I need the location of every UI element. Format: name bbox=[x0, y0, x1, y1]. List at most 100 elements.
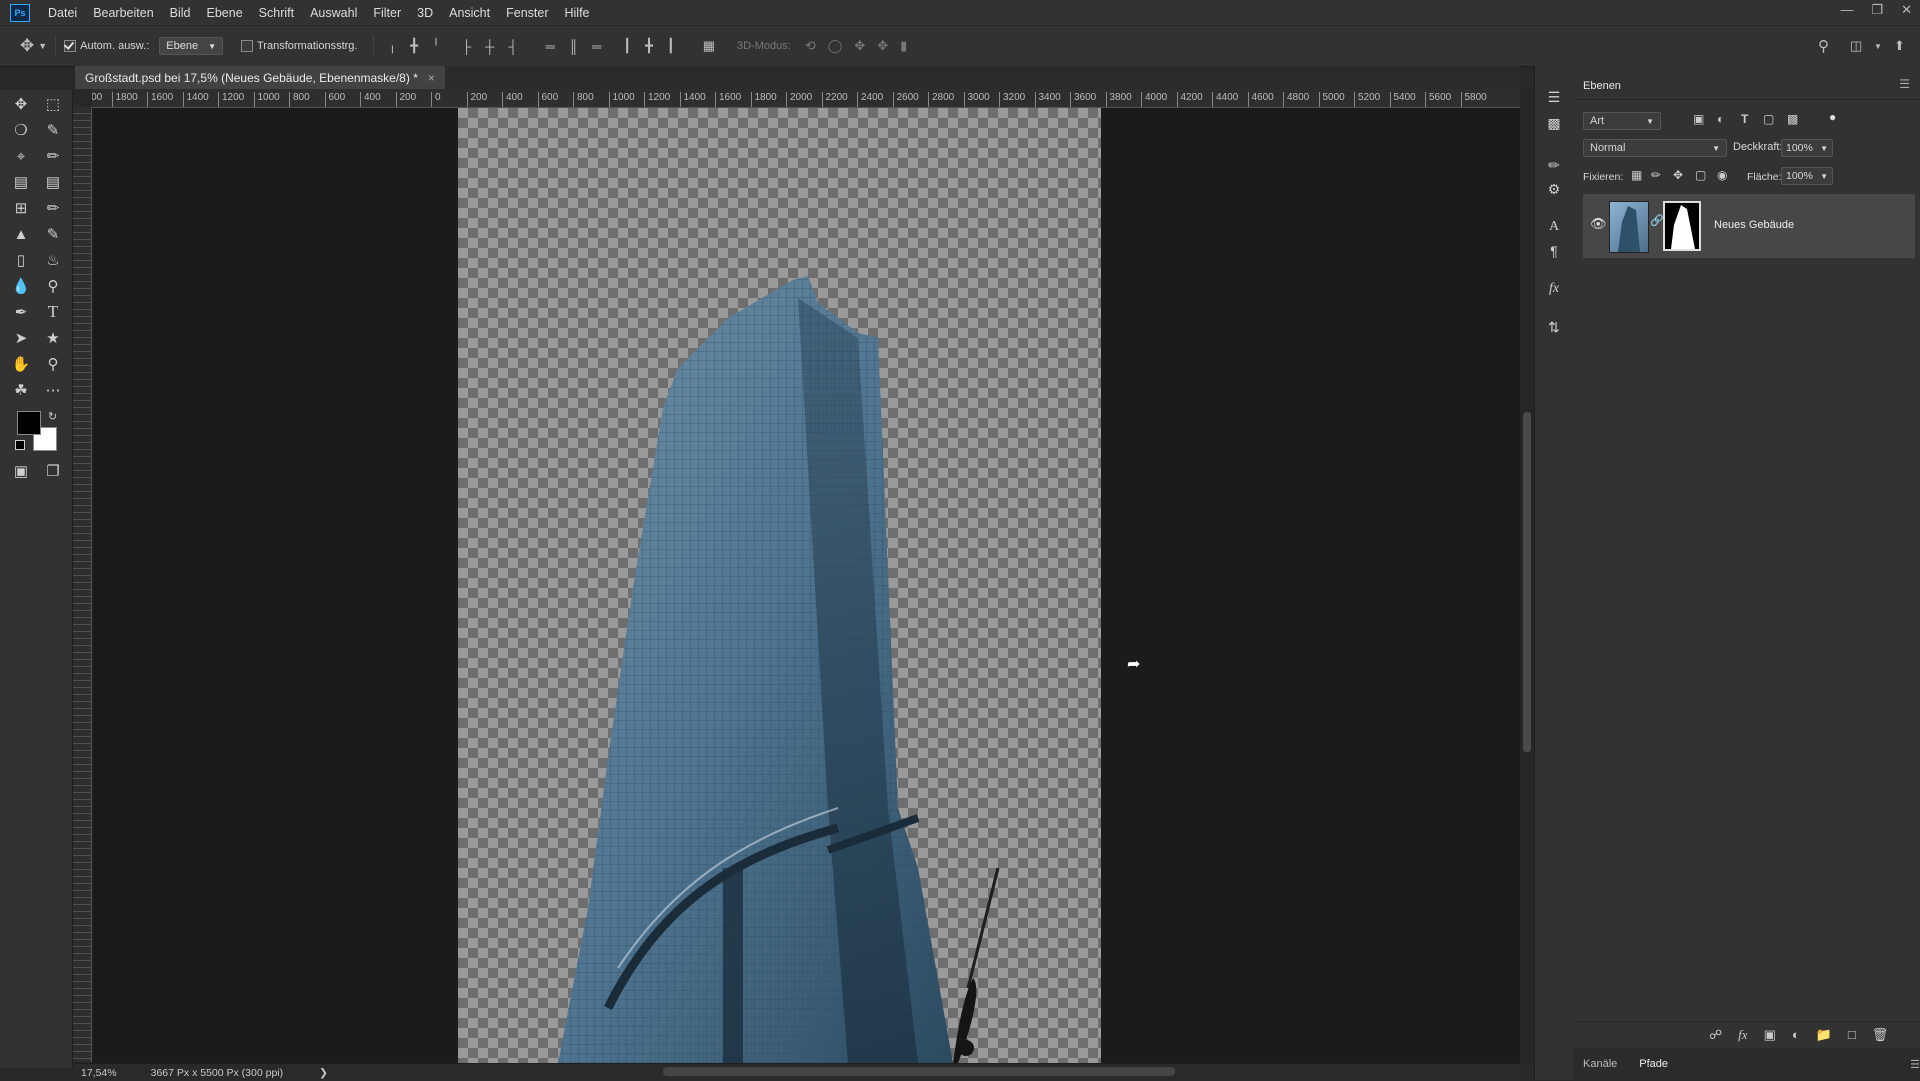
layer-mask-thumbnail[interactable] bbox=[1663, 201, 1701, 251]
distribute-vcenter-icon[interactable]: ║ bbox=[569, 39, 578, 54]
filter-type-icon[interactable]: T bbox=[1741, 112, 1748, 126]
menu-fenster[interactable]: Fenster bbox=[498, 6, 556, 20]
menu-bild[interactable]: Bild bbox=[162, 6, 199, 20]
filter-smart-object-icon[interactable]: ▩ bbox=[1787, 112, 1798, 126]
frame-icon[interactable]: ⊞ bbox=[8, 197, 34, 219]
add-mask-icon[interactable]: ▣ bbox=[1764, 1027, 1776, 1043]
screen-mode-icon[interactable]: ❐ bbox=[40, 460, 66, 482]
3d-orbit-icon[interactable]: ⟲ bbox=[805, 38, 816, 54]
distribute-top-icon[interactable]: ═ bbox=[546, 39, 555, 54]
workspace-icon[interactable]: ◫ bbox=[1850, 38, 1862, 54]
lock-position-icon[interactable]: ✥ bbox=[1673, 168, 1683, 182]
character-icon[interactable]: A bbox=[1542, 216, 1566, 238]
tab-channels[interactable]: Kanäle bbox=[1583, 1058, 1617, 1070]
layer-name[interactable]: Neues Gebäude bbox=[1714, 219, 1794, 231]
auto-select-target-dropdown[interactable]: Ebene ▼ bbox=[159, 37, 223, 55]
adjustments-icon[interactable]: ⚙ bbox=[1542, 178, 1566, 200]
lock-image-icon[interactable]: ✏ bbox=[1651, 168, 1661, 182]
3d-roll-icon[interactable]: ◯ bbox=[828, 38, 843, 54]
align-top-icon[interactable]: ╷ bbox=[388, 38, 396, 54]
new-adjustment-icon[interactable]: ◐ bbox=[1792, 1027, 1800, 1042]
align-hcenter-icon[interactable]: ┼ bbox=[485, 39, 494, 54]
lock-all-icon[interactable]: ◉ bbox=[1717, 168, 1727, 182]
pen-icon[interactable]: ✒ bbox=[8, 301, 34, 323]
close-tab-icon[interactable]: × bbox=[428, 71, 435, 85]
visibility-eye-icon[interactable]: 👁 bbox=[1590, 216, 1607, 232]
3d-pan-icon[interactable]: ✥ bbox=[854, 38, 865, 54]
menu-3d[interactable]: 3D bbox=[409, 6, 441, 20]
menu-schrift[interactable]: Schrift bbox=[251, 6, 302, 20]
filter-adjustment-icon[interactable]: ◐ bbox=[1717, 112, 1724, 126]
zoom-level[interactable]: 17,54% bbox=[81, 1067, 117, 1079]
document-canvas[interactable] bbox=[458, 108, 1101, 1063]
brush-settings-icon[interactable]: ✏ bbox=[1542, 154, 1566, 176]
spot-healing-icon[interactable]: ▤ bbox=[8, 171, 34, 193]
move-tool-icon[interactable]: ✥ bbox=[20, 36, 34, 56]
properties-icon[interactable]: ⇅ bbox=[1542, 316, 1566, 338]
history-icon[interactable]: ☰ bbox=[1542, 86, 1566, 108]
blur-icon[interactable]: 💧 bbox=[8, 275, 34, 297]
layers-panel-title[interactable]: Ebenen bbox=[1583, 80, 1621, 92]
auto-align-icon[interactable]: ▦ bbox=[703, 38, 715, 54]
minimize-icon[interactable]: — bbox=[1840, 2, 1853, 18]
swap-colors-icon[interactable]: ↻ bbox=[48, 410, 57, 423]
custom-shape-icon[interactable]: ★ bbox=[40, 327, 66, 349]
panel-menu-icon[interactable]: ☰ bbox=[1910, 1058, 1920, 1071]
opacity-field[interactable]: 100% ▼ bbox=[1781, 139, 1833, 157]
3d-scale-icon[interactable]: ▮ bbox=[900, 38, 907, 54]
transform-controls-checkbox[interactable] bbox=[241, 40, 253, 52]
clone-stamp-icon[interactable]: ▲ bbox=[8, 223, 34, 245]
distribute-hcenter-icon[interactable]: ╋ bbox=[645, 38, 653, 54]
menu-bearbeiten[interactable]: Bearbeiten bbox=[85, 6, 161, 20]
new-layer-icon[interactable]: □ bbox=[1848, 1027, 1856, 1042]
workspace-dropdown-icon[interactable]: ▼ bbox=[1874, 42, 1882, 51]
status-menu-icon[interactable]: ❯ bbox=[319, 1067, 328, 1079]
styles-icon[interactable]: fx bbox=[1542, 278, 1566, 300]
align-vcenter-icon[interactable]: ╋ bbox=[410, 38, 418, 54]
type-icon[interactable]: T bbox=[40, 301, 66, 323]
panel-menu-icon[interactable]: ☰ bbox=[1899, 77, 1910, 91]
zoom-icon[interactable]: ⚲ bbox=[40, 353, 66, 375]
distribute-left-icon[interactable]: ┃ bbox=[623, 38, 631, 54]
menu-ebene[interactable]: Ebene bbox=[199, 6, 251, 20]
default-colors-icon[interactable] bbox=[15, 440, 25, 450]
rectangular-marquee-icon[interactable]: ⬚ bbox=[40, 93, 66, 115]
canvas-area[interactable]: ➦ bbox=[92, 108, 1520, 1063]
histogram-icon[interactable]: ▩ bbox=[1542, 112, 1566, 134]
lock-artboard-icon[interactable]: ▢ bbox=[1695, 168, 1706, 182]
align-left-icon[interactable]: ├ bbox=[462, 39, 471, 54]
tab-paths[interactable]: Pfade bbox=[1639, 1058, 1668, 1070]
distribute-right-icon[interactable]: ┃ bbox=[667, 38, 675, 54]
menu-auswahl[interactable]: Auswahl bbox=[302, 6, 365, 20]
restore-icon[interactable]: ❐ bbox=[1871, 2, 1883, 18]
tool-preset-dropdown-icon[interactable]: ▼ bbox=[38, 41, 47, 51]
patch-icon[interactable]: ▤ bbox=[40, 171, 66, 193]
foreground-color-swatch[interactable] bbox=[17, 411, 41, 435]
mask-link-icon[interactable]: 🔗 bbox=[1650, 214, 1664, 227]
crop-icon[interactable]: ⌖ bbox=[8, 145, 34, 167]
lasso-icon[interactable]: ❍ bbox=[8, 119, 34, 141]
menu-ansicht[interactable]: Ansicht bbox=[441, 6, 498, 20]
vertical-scroll-thumb[interactable] bbox=[1523, 412, 1531, 752]
add-style-icon[interactable]: fx bbox=[1738, 1027, 1747, 1043]
history-brush-icon[interactable]: ✎ bbox=[40, 223, 66, 245]
eraser-icon[interactable]: ▯ bbox=[8, 249, 34, 271]
paint-bucket-icon[interactable]: ♨ bbox=[40, 249, 66, 271]
more-tools-icon[interactable]: ⋯ bbox=[40, 379, 66, 401]
menu-hilfe[interactable]: Hilfe bbox=[557, 6, 598, 20]
align-bottom-icon[interactable]: ╵ bbox=[432, 38, 440, 54]
paragraph-icon[interactable]: ¶ bbox=[1542, 240, 1566, 262]
lock-transparent-icon[interactable]: ▦ bbox=[1631, 168, 1642, 182]
layer-row[interactable]: 👁 🔗 Neues Gebäude bbox=[1583, 194, 1915, 258]
eyedropper-icon[interactable]: ✏ bbox=[40, 145, 66, 167]
dodge-icon[interactable]: ⚲ bbox=[40, 275, 66, 297]
search-icon[interactable]: ⚲ bbox=[1818, 37, 1829, 55]
horizontal-scroll-thumb[interactable] bbox=[663, 1067, 1175, 1076]
document-tab[interactable]: Großstadt.psd bei 17,5% (Neues Gebäude, … bbox=[75, 66, 445, 89]
filter-pixel-icon[interactable]: ▣ bbox=[1693, 112, 1704, 126]
filter-shape-icon[interactable]: ▢ bbox=[1763, 112, 1774, 126]
menu-filter[interactable]: Filter bbox=[365, 6, 409, 20]
quick-mask-icon[interactable]: ▣ bbox=[8, 460, 34, 482]
layer-thumbnail[interactable] bbox=[1609, 201, 1649, 253]
delete-layer-icon[interactable]: 🗑 bbox=[1872, 1027, 1889, 1043]
